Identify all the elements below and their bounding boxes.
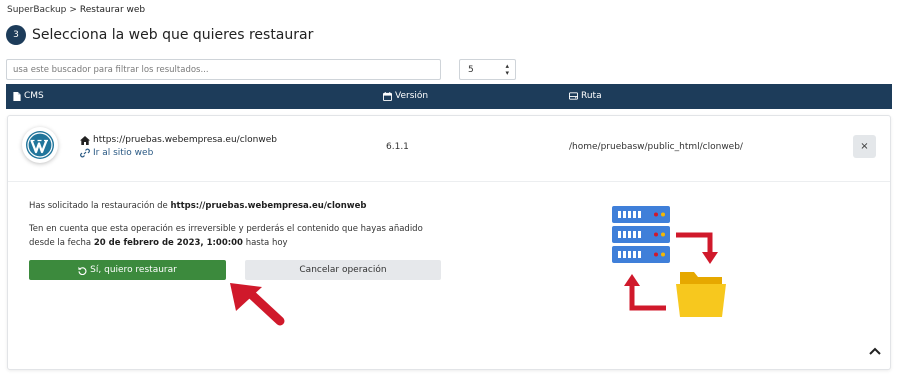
restore-request-message: Has solicitado la restauración de https:… <box>29 201 366 211</box>
page-size-value: 5 <box>468 64 474 75</box>
column-header-path[interactable]: Ruta <box>569 91 602 101</box>
step-header: 3 Selecciona la web que quieres restaura… <box>6 25 313 45</box>
calendar-icon <box>383 91 392 101</box>
arrow-down-icon <box>676 232 718 264</box>
warning-date: 20 de febrero de 2023, 1:00:00 <box>93 238 243 248</box>
table-row: https://pruebas.webempresa.eu/clonweb Ir… <box>8 116 890 182</box>
confirm-restore-label: Sí, quiero restaurar <box>90 265 177 275</box>
server-restore-illustration <box>612 206 726 317</box>
search-input[interactable] <box>6 59 441 80</box>
undo-icon <box>78 266 87 275</box>
site-path: /home/pruebasw/public_html/clonweb/ <box>569 142 743 152</box>
link-icon <box>80 148 90 158</box>
site-version: 6.1.1 <box>386 142 409 152</box>
breadcrumb-current: Restaurar web <box>79 5 146 15</box>
select-arrows-icon: ▴ ▾ <box>505 61 509 77</box>
confirm-restore-button[interactable]: Sí, quiero restaurar <box>29 260 226 280</box>
breadcrumb-separator: > <box>69 5 77 15</box>
site-url-text: https://pruebas.webempresa.eu/clonweb <box>93 135 277 145</box>
server-stack-icon <box>612 206 670 263</box>
restore-request-prefix: Has solicitado la restauración de <box>29 201 168 211</box>
site-url: https://pruebas.webempresa.eu/clonweb <box>80 135 277 145</box>
breadcrumb-root[interactable]: SuperBackup <box>7 5 66 15</box>
wordpress-logo-icon <box>22 127 58 163</box>
step-number-badge: 3 <box>6 25 26 45</box>
chevron-up-icon[interactable] <box>868 346 882 356</box>
warning-suffix: hasta hoy <box>245 238 288 248</box>
visit-site-label: Ir al sitio web <box>93 148 154 158</box>
page-size-select[interactable]: 5 ▴ ▾ <box>459 59 516 80</box>
close-icon: × <box>860 141 869 152</box>
arrow-up-icon <box>624 274 666 311</box>
page-title: Selecciona la web que quieres restaurar <box>32 27 314 43</box>
site-row-card: https://pruebas.webempresa.eu/clonweb Ir… <box>7 115 891 370</box>
table-header: CMS Versión Ruta <box>6 84 892 109</box>
column-label-cms: CMS <box>24 91 44 101</box>
pointer-arrow-icon <box>230 283 285 326</box>
restore-request-url: https://pruebas.webempresa.eu/clonweb <box>170 201 367 211</box>
column-label-version: Versión <box>395 91 429 101</box>
hdd-icon <box>569 92 578 100</box>
column-header-cms[interactable]: CMS <box>13 91 44 101</box>
close-button[interactable]: × <box>853 135 876 158</box>
column-header-version[interactable]: Versión <box>383 91 428 101</box>
column-label-path: Ruta <box>581 91 602 101</box>
home-icon <box>80 135 90 145</box>
cancel-operation-label: Cancelar operación <box>299 265 387 275</box>
visit-site-link[interactable]: Ir al sitio web <box>80 148 153 158</box>
restore-warning-message: Ten en cuenta que esta operación es irre… <box>29 222 439 250</box>
breadcrumb: SuperBackup > Restaurar web <box>7 5 145 15</box>
folder-icon <box>676 272 726 317</box>
file-icon <box>13 91 21 101</box>
